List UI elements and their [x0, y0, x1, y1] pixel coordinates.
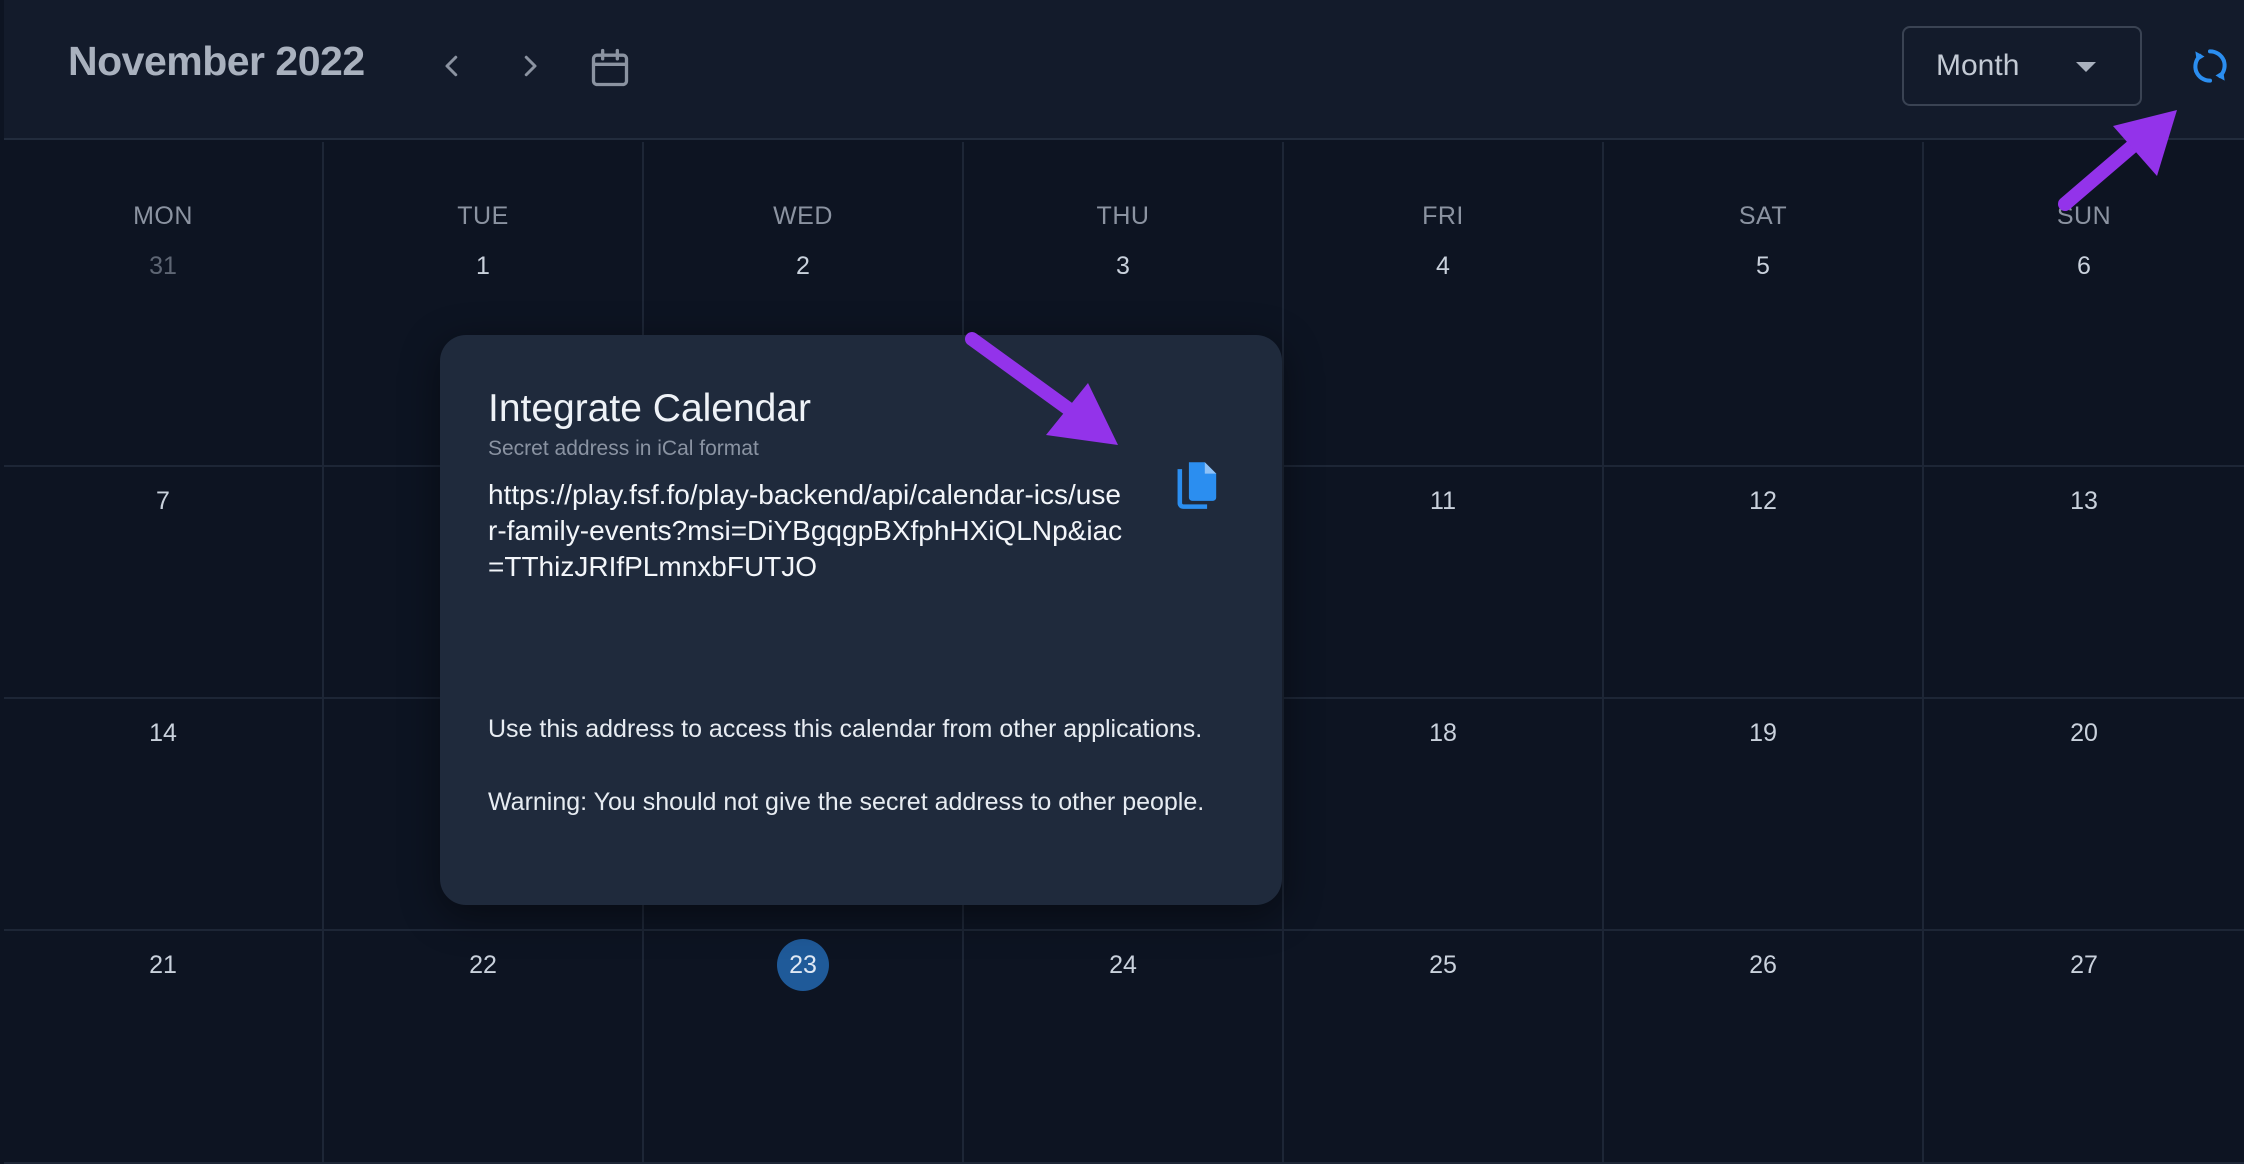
dialog-info-text: Use this address to access this calendar…	[488, 715, 1203, 743]
day-cell[interactable]: SUN 6	[1924, 142, 2244, 467]
day-number: 3	[1116, 252, 1130, 280]
day-cell[interactable]: 22	[324, 931, 644, 1164]
day-cell[interactable]: 25	[1284, 931, 1604, 1164]
day-number: 2	[796, 252, 810, 280]
weekday-header: SAT	[1738, 202, 1788, 230]
view-select-value: Month	[1936, 49, 2020, 82]
day-cell[interactable]: 11	[1284, 467, 1604, 699]
day-number: 11	[1430, 487, 1456, 515]
day-cell[interactable]: 19	[1604, 699, 1924, 931]
day-number: 20	[2070, 719, 2098, 747]
dialog-warning-text: Warning: You should not give the secret …	[488, 788, 1205, 816]
integrate-calendar-dialog: Integrate Calendar Secret address in iCa…	[440, 335, 1282, 905]
previous-month-button[interactable]	[428, 42, 476, 90]
day-number: 24	[1109, 951, 1137, 979]
day-cell[interactable]: 12	[1604, 467, 1924, 699]
caret-down-icon	[2076, 62, 2096, 72]
sync-icon	[2193, 49, 2227, 83]
day-number: 1	[476, 252, 490, 280]
day-number: 26	[1749, 951, 1777, 979]
day-cell[interactable]: MON 31	[4, 142, 324, 467]
weekday-header: SUN	[2056, 202, 2112, 230]
chevron-left-icon	[445, 55, 458, 77]
view-select[interactable]: Month	[1902, 26, 2142, 106]
day-number: 27	[2070, 951, 2098, 979]
month-title: November 2022	[68, 38, 365, 84]
day-number: 31	[149, 252, 177, 280]
copy-url-button[interactable]	[1166, 453, 1230, 517]
day-cell[interactable]: FRI 4	[1284, 142, 1604, 467]
today-button[interactable]	[584, 42, 636, 94]
day-number: 7	[156, 487, 170, 515]
day-cell[interactable]: 21	[4, 931, 324, 1164]
copy-icon	[1177, 462, 1217, 509]
day-number: 22	[469, 951, 497, 979]
day-number: 25	[1429, 951, 1457, 979]
today-badge: 23	[777, 939, 829, 991]
day-number: 12	[1749, 487, 1777, 515]
day-cell[interactable]: 7	[4, 467, 324, 699]
weekday-header: MON	[133, 202, 193, 230]
day-number: 4	[1436, 252, 1450, 280]
day-cell[interactable]: 20	[1924, 699, 2244, 931]
day-number: 13	[2070, 487, 2098, 515]
day-cell[interactable]: 24	[964, 931, 1284, 1164]
day-cell[interactable]: 26	[1604, 931, 1924, 1164]
dialog-title: Integrate Calendar	[488, 387, 812, 430]
calendar-header: November 2022 Month	[4, 0, 2244, 140]
sync-calendar-button[interactable]	[2184, 38, 2236, 94]
weekday-header: WED	[773, 202, 833, 230]
day-number: 18	[1429, 719, 1457, 747]
day-number: 19	[1749, 719, 1777, 747]
chevron-right-icon	[524, 55, 537, 77]
next-month-button[interactable]	[506, 42, 554, 90]
day-number: 6	[2077, 252, 2091, 280]
weekday-header: TUE	[457, 202, 509, 230]
day-cell[interactable]: 23	[644, 931, 964, 1164]
day-cell[interactable]: SAT 5	[1604, 142, 1924, 467]
day-cell[interactable]: 14	[4, 699, 324, 931]
day-cell[interactable]: 13	[1924, 467, 2244, 699]
day-number: 14	[149, 719, 177, 747]
ical-url[interactable]: https://play.fsf.fo/play-backend/api/cal…	[488, 477, 1128, 585]
day-number: 21	[149, 951, 177, 979]
dialog-subtitle: Secret address in iCal format	[488, 437, 759, 460]
day-number: 5	[1756, 252, 1770, 280]
weekday-header: FRI	[1422, 202, 1464, 230]
calendar-icon	[591, 48, 629, 87]
day-cell[interactable]: 18	[1284, 699, 1604, 931]
weekday-header: THU	[1096, 202, 1150, 230]
calendar-app: November 2022 Month MON 31 TUE 1 WED 2 T…	[0, 0, 2244, 1164]
day-cell[interactable]: 27	[1924, 931, 2244, 1164]
